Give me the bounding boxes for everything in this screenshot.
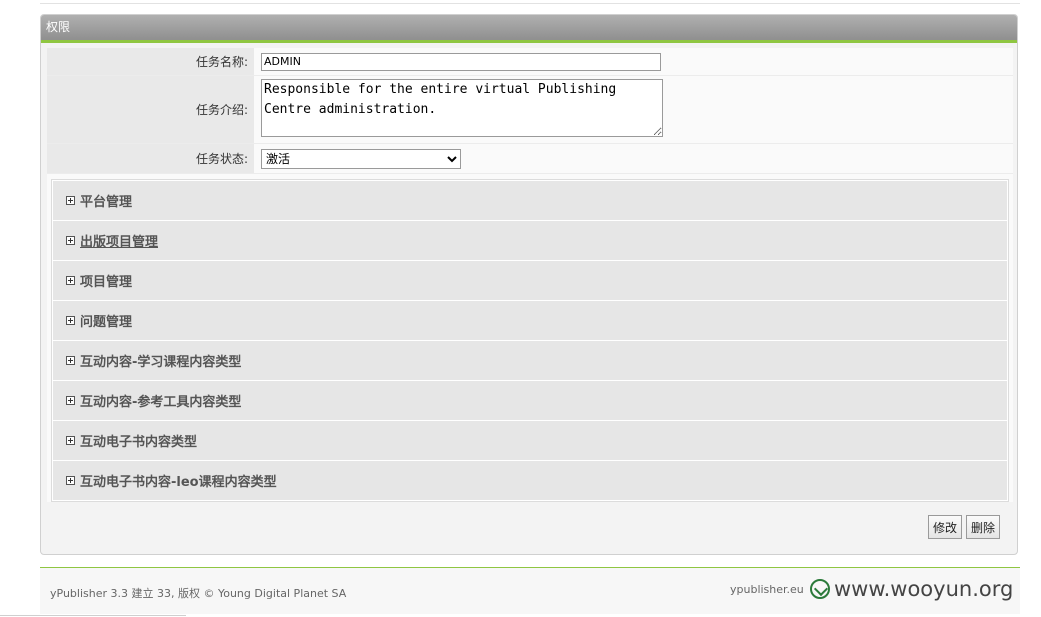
expand-plus-icon[interactable]	[66, 316, 75, 325]
edit-button[interactable]: 修改	[927, 515, 962, 539]
permission-group-project[interactable]: 项目管理	[53, 261, 1007, 301]
footer-site-link[interactable]: ypublisher.eu	[730, 583, 804, 596]
permission-group-label: 问题管理	[80, 315, 133, 330]
expand-plus-icon[interactable]	[66, 396, 75, 405]
panel-title: 权限	[41, 15, 1017, 43]
permission-group-platform[interactable]: 平台管理	[53, 181, 1007, 221]
description-textarea[interactable]: Responsible for the entire virtual Publi…	[261, 79, 663, 137]
status-select[interactable]: 激活	[261, 148, 461, 169]
permission-group-issue[interactable]: 问题管理	[53, 301, 1007, 341]
name-label: 任务名称:	[47, 48, 254, 75]
permission-group-label: 项目管理	[80, 275, 133, 290]
form-actions: 修改 删除	[927, 515, 1000, 539]
permission-group-label: 互动内容-参考工具内容类型	[80, 395, 242, 410]
permission-group-label: 互动电子书内容类型	[80, 435, 198, 450]
name-row: 任务名称:	[47, 48, 1013, 76]
expand-plus-icon[interactable]	[66, 276, 75, 285]
expand-plus-icon[interactable]	[66, 436, 75, 445]
watermark: www.wooyun.org	[810, 577, 1013, 601]
description-row: 任务介绍: Responsible for the entire virtual…	[47, 76, 1013, 144]
permission-group-publishing-project[interactable]: 出版项目管理	[53, 221, 1007, 261]
bottom-divider	[0, 615, 186, 616]
watermark-text: www.wooyun.org	[834, 577, 1014, 601]
expand-plus-icon[interactable]	[66, 356, 75, 365]
permission-list: 平台管理 出版项目管理 项目管理 问题管理 互动内容-学习课程内容类型 互动内容…	[51, 179, 1009, 502]
permission-group-reference-tool[interactable]: 互动内容-参考工具内容类型	[53, 381, 1007, 421]
permission-group-ebook[interactable]: 互动电子书内容类型	[53, 421, 1007, 461]
expand-plus-icon[interactable]	[66, 236, 75, 245]
top-divider	[40, 3, 1020, 4]
permission-group-label: 互动内容-学习课程内容类型	[80, 355, 242, 370]
watermark-logo-icon	[810, 579, 830, 599]
status-label: 任务状态:	[47, 144, 254, 173]
expand-plus-icon[interactable]	[66, 476, 75, 485]
permissions-panel: 权限 任务名称: 任务介绍: Responsible for the entir…	[40, 14, 1018, 555]
delete-button[interactable]: 删除	[965, 515, 1000, 539]
status-row: 任务状态: 激活	[47, 144, 1013, 174]
permission-group-label: 平台管理	[80, 195, 133, 210]
permission-group-label: 互动电子书内容-leo课程内容类型	[80, 475, 277, 490]
permission-group-learning-course[interactable]: 互动内容-学习课程内容类型	[53, 341, 1007, 381]
footer-copyright: yPublisher 3.3 建立 33, 版权 © Young Digital…	[50, 587, 347, 600]
expand-plus-icon[interactable]	[66, 196, 75, 205]
permission-group-ebook-leo[interactable]: 互动电子书内容-leo课程内容类型	[53, 461, 1007, 500]
description-label: 任务介绍:	[47, 76, 254, 143]
role-form: 任务名称: 任务介绍: Responsible for the entire v…	[47, 48, 1013, 502]
name-input[interactable]	[261, 52, 661, 71]
permission-group-label: 出版项目管理	[80, 235, 159, 250]
